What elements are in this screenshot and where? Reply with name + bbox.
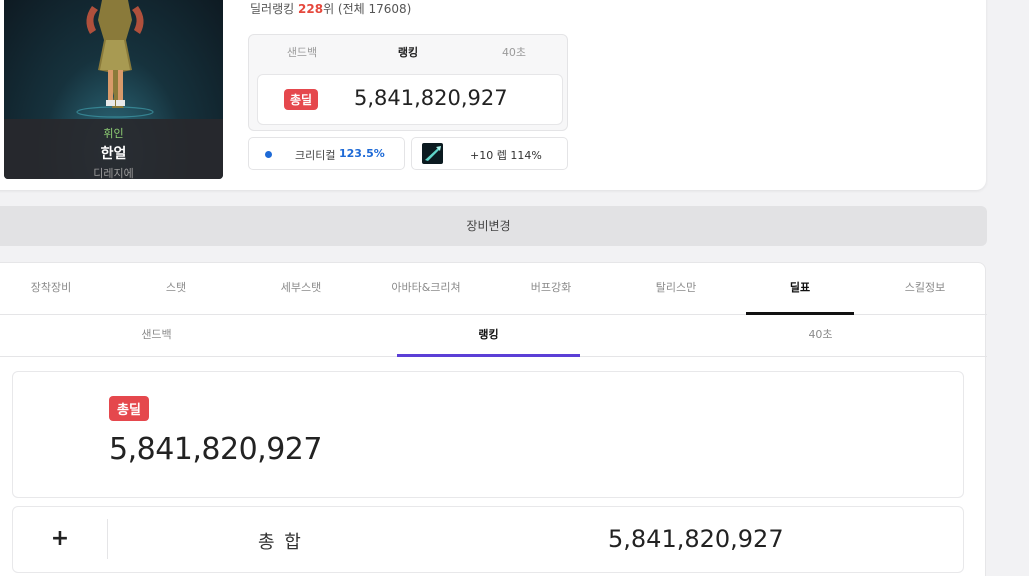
sub-tab-sandbag[interactable]: 샌드백 (65, 315, 248, 357)
tab-stats[interactable]: 스탯 (122, 263, 230, 315)
total-damage-badge: 총딜 (284, 89, 319, 110)
total-damage-badge-large: 총딜 (109, 396, 149, 421)
character-portrait-image (76, 0, 154, 118)
tab-avatar-creature[interactable]: 아바타&크리쳐 (372, 263, 480, 315)
character-job: 휘인 (103, 127, 124, 140)
critical-chip: 크리티컬 123.5% (248, 137, 405, 170)
character-server: 디레지에 (93, 167, 134, 179)
tab-equipment[interactable]: 장착장비 (0, 263, 105, 315)
tab-talisman[interactable]: 탈리스만 (622, 263, 730, 315)
expand-plus-button[interactable]: + (13, 519, 108, 559)
critical-value: 123.5% (339, 147, 385, 160)
character-portrait-card[interactable]: 휘인 한얼 디레지에 (4, 0, 223, 179)
change-equipment-button[interactable]: 장비변경 (0, 206, 987, 246)
critical-dot-icon (265, 151, 272, 158)
mini-total-damage: 총딜 5,841,820,927 (257, 74, 563, 125)
dealer-ranking-suffix: 위 (전체 17608) (323, 2, 412, 16)
critical-label: 크리티컬 (295, 149, 336, 162)
mini-tab-40s[interactable]: 40초 (461, 35, 567, 71)
dealer-ranking-label: 딜러랭킹 (250, 2, 295, 16)
sub-tab-40s[interactable]: 40초 (729, 315, 912, 357)
dealer-ranking-text: 딜러랭킹 228위 (전체 17608) (250, 0, 411, 17)
total-damage-panel: 총딜 5,841,820,927 (12, 371, 964, 498)
sub-tab-ranking[interactable]: 랭킹 (397, 315, 580, 357)
sum-value: 5,841,820,927 (608, 525, 784, 553)
total-damage-value: 5,841,820,927 (109, 432, 322, 467)
mini-total-value: 5,841,820,927 (354, 86, 508, 110)
main-tab-bar: 장착장비 스탯 세부스탯 아바타&크리쳐 버프강화 탈리스만 딜표 스킬정보 (0, 263, 987, 315)
weapon-icon (422, 143, 443, 164)
character-info: 휘인 한얼 디레지에 (4, 119, 223, 179)
mini-tab-sandbag[interactable]: 샌드백 (249, 35, 355, 71)
tab-buff-enhance[interactable]: 버프강화 (497, 263, 605, 315)
sum-row: + 총 합 5,841,820,927 (12, 506, 964, 573)
tab-skill-info[interactable]: 스킬정보 (871, 263, 979, 315)
mini-tab-ranking[interactable]: 랭킹 (355, 35, 461, 71)
sub-tab-bar: 샌드백 랭킹 40초 (0, 315, 987, 357)
weapon-chip: +10 렙 114% (411, 137, 568, 170)
mini-tab-bar: 샌드백 랭킹 40초 (249, 35, 567, 71)
dealer-ranking-number: 228 (298, 2, 324, 16)
sum-label: 총 합 (258, 532, 303, 553)
character-name: 한얼 (100, 146, 127, 162)
tab-damage-table[interactable]: 딜표 (746, 263, 854, 315)
mini-damage-panel: 샌드백 랭킹 40초 총딜 5,841,820,927 (248, 34, 568, 131)
tab-detail-stats[interactable]: 세부스탯 (247, 263, 355, 315)
weapon-enhance-text: +10 렙 114% (470, 149, 542, 162)
